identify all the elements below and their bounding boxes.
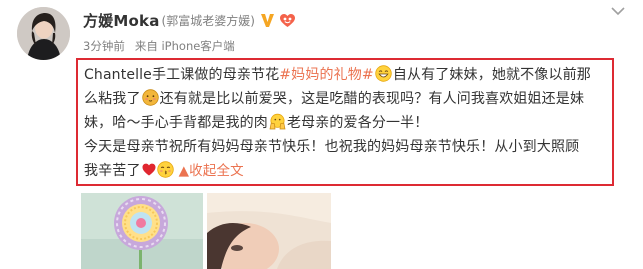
verified-v-badge-icon[interactable] (260, 13, 275, 28)
post-line-5: 我辛苦了 ▲收起全文 (84, 159, 612, 183)
post-text: 还有就是比以前爱哭，这是吃醋的表现吗？有人问我喜欢姐姐还是妹 (159, 91, 585, 107)
collapse-arrow-icon: ▲ (178, 163, 190, 179)
user-name[interactable]: 方媛Moka (83, 10, 160, 31)
post-meta: 3分钟前 来自 iPhone客户端 (83, 38, 235, 54)
avatar-photo (17, 7, 70, 60)
topic-link[interactable]: #妈妈的礼物# (279, 67, 374, 83)
collapse-label: 收起全文 (189, 163, 244, 179)
member-level-badge-icon[interactable] (279, 13, 296, 28)
post-text: 妹，哈～手心手背都是我的肉 (84, 115, 268, 131)
user-name-row: 方媛Moka (郭富城老婆方媛) (83, 8, 296, 32)
post-time[interactable]: 3分钟前 (83, 39, 125, 53)
post-line-1: Chantelle手工课做的母亲节花#妈妈的礼物# 自从有了妹妹，她就不像以前那 (84, 63, 612, 87)
post-line-3: 妹，哈～手心手背都是我的肉 老母亲的爱各分一半！ (84, 111, 612, 135)
chevron-down-icon[interactable] (610, 5, 626, 19)
post-text: 么粘我了 (84, 91, 141, 107)
post-line-2: 么粘我了 还有就是比以前爱哭，这是吃醋的表现吗？有人问我喜欢姐姐还是妹 (84, 87, 612, 111)
hands-emoji-icon (269, 113, 286, 130)
user-remark: (郭富城老婆方媛) (161, 13, 255, 28)
post-text: 今天是母亲节祝所有妈妈母亲节快乐！也祝我的妈妈母亲节快乐！从小到大照顾 (84, 139, 580, 155)
post-content: Chantelle手工课做的母亲节花#妈妈的礼物# 自从有了妹妹，她就不像以前那 … (76, 58, 614, 186)
post-image-selfie[interactable] (207, 193, 331, 269)
grinning-emoji-icon (375, 65, 392, 82)
collapse-full-text-link[interactable]: ▲收起全文 (179, 163, 244, 179)
post-source[interactable]: 来自 iPhone客户端 (135, 39, 235, 53)
avatar[interactable] (17, 7, 70, 60)
heart-icon (142, 163, 156, 176)
post-text: 自从有了妹妹，她就不像以前那 (392, 67, 591, 83)
post-text: 老母亲的爱各分一半！ (286, 115, 429, 131)
post-image-paper-flower[interactable] (81, 193, 203, 269)
shy-emoji-icon (141, 89, 159, 106)
post-text: Chantelle手工课做的母亲节花 (84, 67, 280, 83)
post-text: 我辛苦了 (84, 163, 141, 179)
kissing-emoji-icon (156, 161, 174, 178)
post-line-4: 今天是母亲节祝所有妈妈母亲节快乐！也祝我的妈妈母亲节快乐！从小到大照顾 (84, 135, 612, 159)
